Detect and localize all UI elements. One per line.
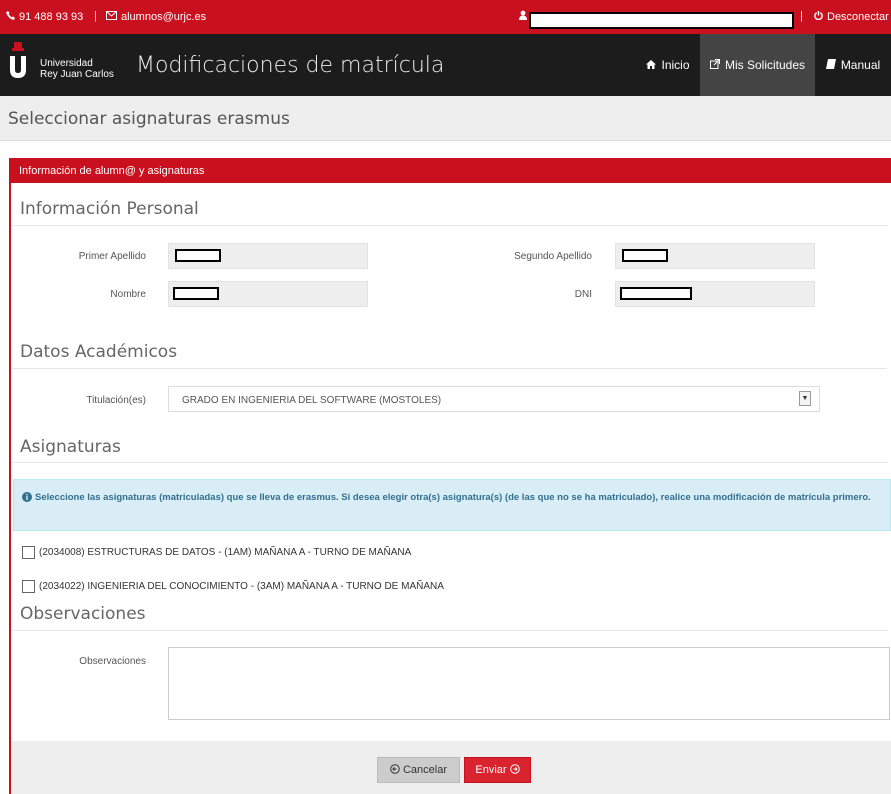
subject-checkbox[interactable]	[22, 546, 35, 559]
primer-apellido-field	[168, 243, 368, 269]
envelope-icon	[106, 11, 117, 23]
segundo-apellido-label: Segundo Apellido	[514, 251, 592, 262]
power-icon	[814, 11, 823, 23]
cancel-button[interactable]: Cancelar	[377, 757, 460, 783]
nombre-field	[168, 281, 368, 307]
info-text: Seleccione las asignaturas (matriculadas…	[35, 492, 871, 503]
book-icon	[825, 58, 836, 72]
divider	[13, 225, 887, 226]
phone-icon	[6, 11, 15, 23]
back-circle-icon	[390, 763, 400, 777]
email-contact[interactable]: alumnos@urjc.es	[106, 11, 206, 23]
titulacion-selected-value: GRADO EN INGENIERIA DEL SOFTWARE (MOSTOL…	[182, 395, 442, 406]
dropdown-arrow-icon[interactable]: ▼	[799, 391, 811, 406]
divider: |	[94, 10, 97, 22]
page-title: Seleccionar asignaturas erasmus	[8, 109, 290, 129]
observaciones-textarea[interactable]	[168, 647, 890, 720]
divider: |	[800, 10, 803, 22]
university-name: Universidad Rey Juan Carlos	[40, 58, 114, 80]
titulacion-select[interactable]: GRADO EN INGENIERIA DEL SOFTWARE (MOSTOL…	[168, 386, 820, 412]
section-observations-title: Observaciones	[20, 604, 146, 624]
logout-label: Desconectar	[827, 11, 889, 23]
subject-checkbox[interactable]	[22, 580, 35, 593]
nav-item-inicio[interactable]: Inicio	[640, 34, 696, 96]
primer-apellido-label: Primer Apellido	[78, 251, 146, 262]
segundo-apellido-field	[615, 243, 815, 269]
forward-circle-icon	[509, 763, 520, 777]
home-icon	[646, 58, 657, 72]
nav-item-mis-solicitudes[interactable]: Mis Solicitudes	[700, 34, 815, 96]
app-title: Modificaciones de matrícula	[136, 53, 445, 78]
subject-label: (2034008) ESTRUCTURAS DE DATOS - (1AM) M…	[39, 547, 412, 558]
page-header: Seleccionar asignaturas erasmus	[0, 96, 891, 141]
section-personal-title: Información Personal	[20, 199, 199, 219]
user-icon	[519, 10, 527, 23]
dni-label: DNI	[574, 289, 592, 300]
external-icon	[709, 58, 720, 72]
divider	[13, 368, 887, 369]
info-icon	[22, 492, 32, 507]
phone-number: 91 488 93 93	[19, 11, 84, 23]
redacted-value	[622, 249, 668, 262]
subject-label: (2034022) INGENIERIA DEL CONOCIMIENTO - …	[39, 581, 444, 592]
panel-title: Información de alumn@ y asignaturas	[19, 165, 205, 177]
top-bar: 91 488 93 93 | alumnos@urjc.es | Descone…	[0, 0, 891, 34]
send-button[interactable]: Enviar	[464, 757, 531, 783]
subject-option[interactable]: (2034008) ESTRUCTURAS DE DATOS - (1AM) M…	[22, 546, 411, 559]
divider	[13, 630, 887, 631]
divider	[13, 462, 887, 463]
section-academic-title: Datos Académicos	[20, 342, 178, 362]
main-navbar: Universidad Rey Juan Carlos Modificacion…	[0, 34, 891, 96]
section-subjects-title: Asignaturas	[20, 437, 121, 457]
redacted-username	[529, 12, 794, 29]
university-logo[interactable]	[8, 40, 28, 78]
titulacion-label: Titulación(es)	[86, 395, 146, 406]
redacted-value	[173, 287, 219, 300]
logout-link[interactable]: Desconectar	[814, 11, 889, 23]
phone-contact[interactable]: 91 488 93 93	[6, 11, 83, 23]
info-alert: Seleccione las asignaturas (matriculadas…	[13, 479, 891, 531]
observaciones-label: Observaciones	[79, 656, 146, 667]
nombre-label: Nombre	[110, 289, 146, 300]
email-address: alumnos@urjc.es	[121, 11, 207, 23]
nav-item-manual[interactable]: Manual	[818, 34, 888, 96]
redacted-value	[175, 249, 221, 262]
redacted-value	[620, 287, 692, 300]
panel-header: Información de alumn@ y asignaturas	[9, 158, 891, 183]
dni-field	[615, 281, 815, 307]
subject-option[interactable]: (2034022) INGENIERIA DEL CONOCIMIENTO - …	[22, 580, 444, 593]
